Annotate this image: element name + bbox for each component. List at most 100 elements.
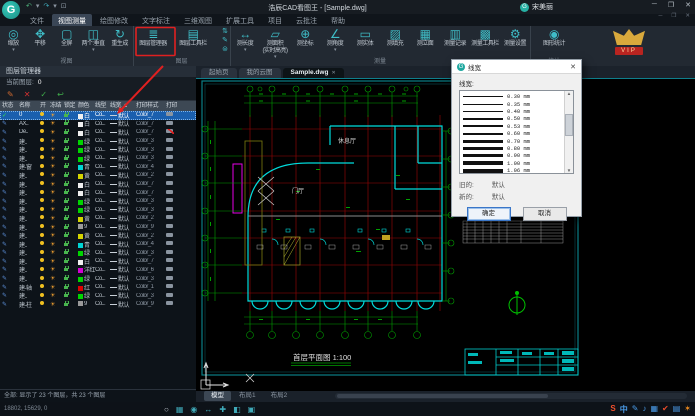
freeze-icon[interactable]: ☀ [50, 292, 64, 299]
layer-row[interactable]: ✎ 建-窗 ☀ 青 Co... 默认 Color_4 [0, 163, 196, 172]
menu-tab[interactable]: 绘图修改 [94, 14, 134, 26]
menu-tab[interactable]: 扩展工具 [220, 14, 260, 26]
layer-row[interactable]: ✎ 建.. ☀ 黄 Co... 默认 Color_2 [0, 231, 196, 240]
layer-on-cell[interactable] [40, 224, 50, 230]
layer-linetype[interactable]: Co... [95, 129, 110, 135]
menu-tab[interactable]: 项目 [262, 14, 288, 26]
layer-color-cell[interactable]: 9 [78, 224, 95, 230]
lineweight-option[interactable]: 0.30 mm [460, 93, 573, 100]
layer-on-cell[interactable] [40, 190, 50, 196]
status-toggle-icon[interactable]: ○ [164, 405, 169, 414]
freeze-icon[interactable]: ☀ [50, 129, 64, 136]
ime-icon[interactable]: ▤ [673, 404, 681, 415]
lineweight-option[interactable]: 0.70 mm [460, 137, 573, 144]
layer-print-cell[interactable] [166, 241, 180, 247]
layer-print-cell[interactable] [166, 284, 180, 290]
freeze-icon[interactable]: ☀ [50, 258, 64, 265]
layer-print-cell[interactable] [166, 172, 180, 178]
quick-access-icon[interactable]: ⊡ [61, 2, 67, 11]
lock-cell[interactable] [64, 275, 78, 282]
layout-tab[interactable]: 布局2 [264, 391, 295, 401]
ribbon-button[interactable]: ↻ 重生成 [106, 27, 133, 48]
layer-linetype[interactable]: Co... [95, 138, 110, 144]
layer-row[interactable]: ✎ 建-柱 ☀ 9 Co... 默认 Color_9 [0, 300, 196, 309]
column-header[interactable]: 打印样式 [136, 101, 166, 111]
layer-linetype[interactable]: Co... [95, 172, 110, 178]
layer-print-cell[interactable] [166, 121, 180, 127]
freeze-icon[interactable]: ☀ [50, 266, 64, 273]
document-tab[interactable]: 起始页 [201, 68, 237, 78]
lock-cell[interactable] [64, 258, 78, 265]
scroll-up-icon[interactable]: ▲ [567, 91, 571, 96]
lineweight-option[interactable]: 0.60 mm [460, 130, 573, 137]
ribbon-button[interactable]: ↔ 测长度 ▾ [230, 27, 260, 53]
document-tab[interactable]: Sample.dwg ✕ [283, 68, 344, 78]
ok-button[interactable]: 确定 [467, 207, 511, 221]
lock-cell[interactable] [64, 301, 78, 308]
layer-on-cell[interactable] [40, 155, 50, 161]
app-logo[interactable]: G [2, 1, 20, 19]
lock-cell[interactable] [64, 155, 78, 162]
layout-tab[interactable]: 模型 [204, 391, 231, 401]
layer-linetype[interactable]: Co... [95, 293, 110, 299]
freeze-icon[interactable]: ☀ [50, 112, 64, 119]
ime-icon[interactable]: ✔ [662, 404, 669, 415]
lock-cell[interactable] [64, 249, 78, 256]
freeze-icon[interactable]: ☀ [50, 163, 64, 170]
freeze-icon[interactable]: ☀ [50, 198, 64, 205]
freeze-icon[interactable]: ☀ [50, 206, 64, 213]
lock-cell[interactable] [64, 129, 78, 136]
column-header[interactable]: 线宽 ▲ [110, 101, 136, 111]
menu-tab[interactable]: 文件 [24, 14, 50, 26]
lineweight-option[interactable]: 0.40 mm [460, 108, 573, 115]
lock-cell[interactable] [64, 163, 78, 170]
lock-cell[interactable] [64, 232, 78, 239]
scroll-down-icon[interactable]: ▼ [567, 168, 571, 173]
layer-row[interactable]: ✎ 建.. ☀ 绿 Co... 默认 Color_3 [0, 274, 196, 283]
horizontal-scrollbar[interactable] [335, 393, 687, 399]
layer-linetype[interactable]: Co... [95, 267, 110, 273]
doc-close-icon[interactable]: ✕ [685, 13, 690, 19]
layer-row[interactable]: ✎ 建.. ☀ 白 Co... 默认 Color_7 [0, 180, 196, 189]
layer-linetype[interactable]: Co... [95, 121, 110, 127]
freeze-icon[interactable]: ☀ [50, 215, 64, 222]
layer-row[interactable]: ✎ 建.. ☀ 青 Co... 默认 Color_4 [0, 240, 196, 249]
status-toggle-icon[interactable]: ↔ [204, 405, 212, 414]
column-header[interactable]: 打印 [166, 101, 180, 111]
freeze-icon[interactable]: ☀ [50, 189, 64, 196]
layer-print-cell[interactable] [166, 147, 180, 153]
ribbon-button[interactable]: ◎ 缩放 ▾ [0, 27, 27, 53]
layer-linetype[interactable]: Co... [95, 258, 110, 264]
layer-print-cell[interactable] [166, 112, 180, 118]
ribbon-button[interactable]: ◉ 图形统计 [530, 27, 578, 48]
layer-linetype[interactable]: Co... [95, 224, 110, 230]
status-toggle-icon[interactable]: ◧ [233, 405, 241, 414]
freeze-icon[interactable]: ☀ [50, 172, 64, 179]
layer-linetype[interactable]: Co... [95, 241, 110, 247]
layer-on-cell[interactable] [40, 284, 50, 290]
column-header[interactable]: 冻结 [50, 101, 64, 111]
freeze-icon[interactable]: ☀ [50, 249, 64, 256]
lock-cell[interactable] [64, 266, 78, 273]
scrollbar-thumb[interactable] [337, 394, 548, 398]
lineweight-option[interactable]: 0.50 mm [460, 115, 573, 122]
layer-print-cell[interactable] [166, 250, 180, 256]
layer-on-cell[interactable] [40, 267, 50, 273]
column-header[interactable]: 名称 [19, 101, 40, 111]
lineweight-option[interactable]: 0.80 mm [460, 145, 573, 152]
lineweight-list[interactable]: 0.30 mm 0.35 mm 0.40 mm 0.50 mm [459, 90, 574, 174]
ime-icon[interactable]: ♪ [642, 404, 646, 415]
lock-cell[interactable] [64, 241, 78, 248]
layer-on-cell[interactable] [40, 138, 50, 144]
layer-print-cell[interactable] [166, 198, 180, 204]
layer-print-cell[interactable] [166, 215, 180, 221]
layer-print-cell[interactable] [166, 233, 180, 239]
freeze-icon[interactable]: ☀ [50, 146, 64, 153]
layer-row[interactable]: ✎ 建.. ☀ 黄 Co... 默认 Color_2 [0, 171, 196, 180]
quick-access-icon[interactable]: ▾ [36, 2, 40, 11]
layer-row[interactable]: ✎ 建.. ☀ 白 Co... 默认 Color_7 [0, 188, 196, 197]
freeze-icon[interactable]: ☀ [50, 138, 64, 145]
menu-tab[interactable]: 三维观图 [178, 14, 218, 26]
layer-print-cell[interactable] [166, 207, 180, 213]
layer-row[interactable]: ✎ 建.. ☀ 黄 Co... 默认 Color_2 [0, 214, 196, 223]
